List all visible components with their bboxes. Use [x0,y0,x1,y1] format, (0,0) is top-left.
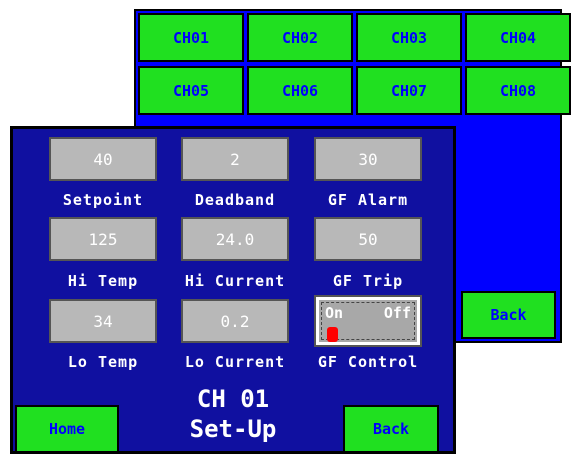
channel-grid: CH01 CH02 CH03 CH04 CH05 CH06 CH07 CH08 [138,13,571,115]
channel-button-ch06[interactable]: CH06 [247,66,353,115]
deadband-label: Deadband [194,191,276,209]
lo-temp-label: Lo Temp [67,353,139,371]
gf-control-label: GF Control [317,353,419,371]
deadband-field[interactable]: 2 [181,137,289,181]
setpoint-label: Setpoint [62,191,144,209]
toggle-off-label: Off [383,304,411,322]
page-title-line1: CH 01 [196,385,270,413]
channel-button-ch07[interactable]: CH07 [356,66,462,115]
hi-temp-label: Hi Temp [67,272,139,290]
gf-alarm-field[interactable]: 30 [314,137,422,181]
channel-setup-panel: 40 Setpoint 2 Deadband 30 GF Alarm 125 H… [10,126,456,454]
channel-button-ch01[interactable]: CH01 [138,13,244,62]
hi-current-field[interactable]: 24.0 [181,217,289,261]
lo-temp-field[interactable]: 34 [49,299,157,343]
setpoint-field[interactable]: 40 [49,137,157,181]
lo-current-label: Lo Current [184,353,286,371]
hi-temp-field[interactable]: 125 [49,217,157,261]
page-title-line2: Set-Up [189,415,277,443]
back-button[interactable]: Back [343,405,439,453]
gf-trip-label: GF Trip [332,272,404,290]
home-button[interactable]: Home [15,405,119,453]
lo-current-field[interactable]: 0.2 [181,299,289,343]
channel-button-ch08[interactable]: CH08 [465,66,571,115]
channel-button-ch02[interactable]: CH02 [247,13,353,62]
gf-alarm-label: GF Alarm [327,191,409,209]
hi-current-label: Hi Current [184,272,286,290]
channel-button-ch04[interactable]: CH04 [465,13,571,62]
toggle-on-label: On [325,304,344,322]
channel-button-ch03[interactable]: CH03 [356,13,462,62]
channel-button-ch05[interactable]: CH05 [138,66,244,115]
gf-trip-field[interactable]: 50 [314,217,422,261]
toggle-knob[interactable] [327,327,338,342]
rear-back-button[interactable]: Back [461,291,556,339]
gf-control-toggle[interactable]: On Off [314,295,422,347]
